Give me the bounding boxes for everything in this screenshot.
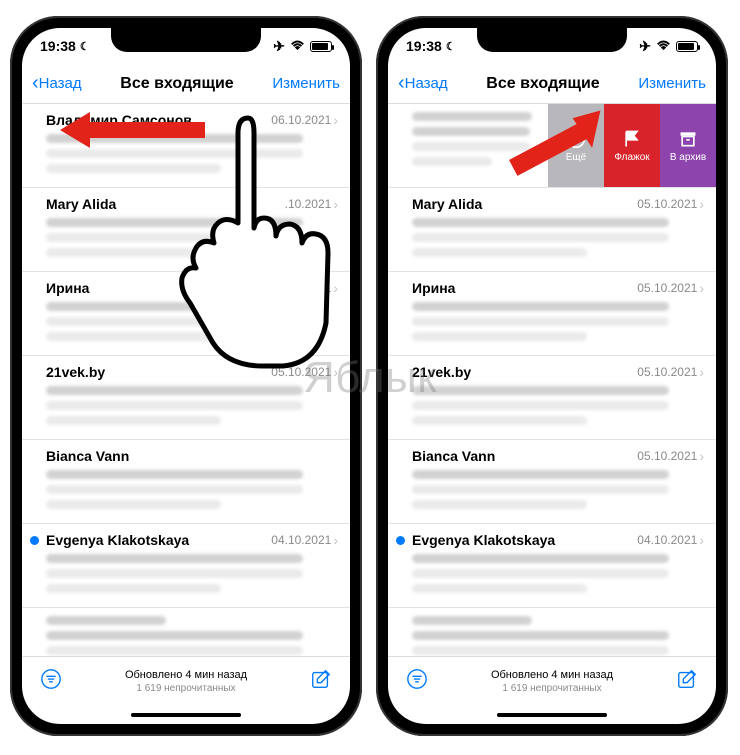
email-row[interactable]: Bianca Vann [22, 440, 350, 524]
phone-right: 19:38 ☾ ✈︎ ‹ Назад Все входящие Изменит [376, 16, 728, 736]
sender-label: Владимир Самсонов [46, 112, 192, 128]
toolbar: Обновлено 4 мин назад 1 619 непрочитанны… [22, 656, 350, 706]
updated-label: Обновлено 4 мин назад [125, 668, 247, 682]
chevron-right-icon: › [699, 196, 704, 212]
compose-button[interactable] [310, 668, 332, 695]
back-button[interactable]: ‹ Назад [398, 72, 448, 95]
chevron-right-icon: › [333, 364, 338, 380]
sender-label [412, 616, 532, 625]
sender-label: 21vek.by [412, 364, 471, 380]
unread-count: 1 619 непрочитанных [491, 682, 613, 695]
date-label: 04.10.2021 › [271, 532, 338, 548]
sender-label: Bianca Vann [46, 448, 129, 464]
notch [111, 28, 261, 52]
chevron-right-icon: › [333, 532, 338, 548]
edit-button[interactable]: Изменить [638, 75, 706, 92]
chevron-right-icon: › [333, 280, 338, 296]
date-label: 05.10.2021 › [637, 280, 704, 296]
filter-button[interactable] [406, 668, 428, 695]
sender-label: Ирина [46, 280, 89, 296]
toolbar: Обновлено 4 мин назад 1 619 непрочитанны… [388, 656, 716, 706]
chevron-left-icon: ‹ [398, 72, 405, 95]
sender-label: Ирина [412, 280, 455, 296]
date-label: 04.10.2021 › [637, 532, 704, 548]
chevron-right-icon: › [699, 448, 704, 464]
date-label: 05.10.2021 › [637, 448, 704, 464]
edit-button[interactable]: Изменить [272, 75, 340, 92]
unread-count: 1 619 непрочитанных [125, 682, 247, 695]
battery-icon [310, 41, 332, 52]
email-row[interactable]: Evgenya Klakotskaya 04.10.2021 › [388, 524, 716, 608]
email-row[interactable]: Evgenya Klakotskaya 04.10.2021 › [22, 524, 350, 608]
swipe-archive-button[interactable]: В архив [660, 104, 716, 187]
sender-label: Mary Alida [412, 196, 482, 212]
email-row[interactable]: Ирина 05.10.2021 › [22, 272, 350, 356]
airplane-icon: ✈︎ [639, 38, 651, 55]
sender-label: Evgenya Klakotskaya [412, 532, 555, 548]
page-title: Все входящие [486, 75, 599, 93]
home-indicator[interactable] [22, 706, 350, 724]
filter-button[interactable] [40, 668, 62, 695]
dnd-icon: ☾ [80, 40, 90, 53]
sender-label: Evgenya Klakotskaya [46, 532, 189, 548]
unread-dot-icon [396, 536, 405, 545]
email-list[interactable]: Владимир Самсонов 06.10.2021 › Mary Alida.… [22, 104, 350, 656]
chevron-right-icon: › [699, 364, 704, 380]
back-label: Назад [39, 75, 82, 92]
email-row[interactable]: Ирина 05.10.2021 › [388, 272, 716, 356]
date-label: 06.10.2021 › [271, 112, 338, 128]
clock: 19:38 [406, 38, 442, 54]
chevron-right-icon: › [333, 196, 338, 212]
chevron-right-icon: › [699, 280, 704, 296]
sender-label [412, 112, 532, 121]
email-row[interactable] [22, 608, 350, 656]
clock: 19:38 [40, 38, 76, 54]
email-row[interactable]: 21vek.by 05.10.2021 › [22, 356, 350, 440]
dnd-icon: ☾ [446, 40, 456, 53]
home-indicator[interactable] [388, 706, 716, 724]
page-title: Все входящие [120, 75, 233, 93]
back-button[interactable]: ‹ Назад [32, 72, 82, 95]
swipe-more-label: Ещё [566, 152, 586, 163]
date-label: .10.2021 › [285, 196, 338, 212]
compose-button[interactable] [676, 668, 698, 695]
swipe-flag-button[interactable]: Флажок [604, 104, 660, 187]
chevron-right-icon: › [699, 532, 704, 548]
nav-bar: ‹ Назад Все входящие Изменить [22, 64, 350, 104]
email-row[interactable]: Мои зака… [388, 608, 716, 656]
battery-icon [676, 41, 698, 52]
email-row[interactable]: Mary Alida .10.2021 › [22, 188, 350, 272]
email-row[interactable]: Владимир Самсонов 06.10.2021 › [22, 104, 350, 188]
date-label: 05.10.2021 › [271, 364, 338, 380]
updated-label: Обновлено 4 мин назад [491, 668, 613, 682]
swipe-more-button[interactable]: Ещё [548, 104, 604, 187]
back-label: Назад [405, 75, 448, 92]
sender-label: Mary Alida [46, 196, 116, 212]
sender-label [46, 616, 166, 625]
wifi-icon [290, 38, 305, 54]
swipe-flag-label: Флажок [614, 152, 649, 163]
date-label: 05.10.2021 › [637, 364, 704, 380]
sender-label: 21vek.by [46, 364, 105, 380]
sender-label: Bianca Vann [412, 448, 495, 464]
email-list[interactable]: ЕщёФлажокВ архивMary Alida05.10.2021 ›Ир… [388, 104, 716, 656]
notch [477, 28, 627, 52]
nav-bar: ‹ Назад Все входящие Изменить [388, 64, 716, 104]
date-label: 05.10.2021 › [271, 280, 338, 296]
airplane-icon: ✈︎ [273, 38, 285, 55]
date-label: 05.10.2021 › [637, 196, 704, 212]
email-row[interactable]: Bianca Vann 05.10.2021 › [388, 440, 716, 524]
chevron-right-icon: › [333, 112, 338, 128]
chevron-left-icon: ‹ [32, 72, 39, 95]
swipe-archive-label: В архив [670, 152, 706, 163]
email-row[interactable]: Ещё Флажок В архив [388, 104, 716, 188]
email-row[interactable]: Mary Alida 05.10.2021 › [388, 188, 716, 272]
wifi-icon [656, 38, 671, 54]
email-row[interactable]: 21vek.by 05.10.2021 › [388, 356, 716, 440]
unread-dot-icon [30, 536, 39, 545]
phone-left: 19:38 ☾ ✈︎ ‹ Назад Все входящие Изменит [10, 16, 362, 736]
